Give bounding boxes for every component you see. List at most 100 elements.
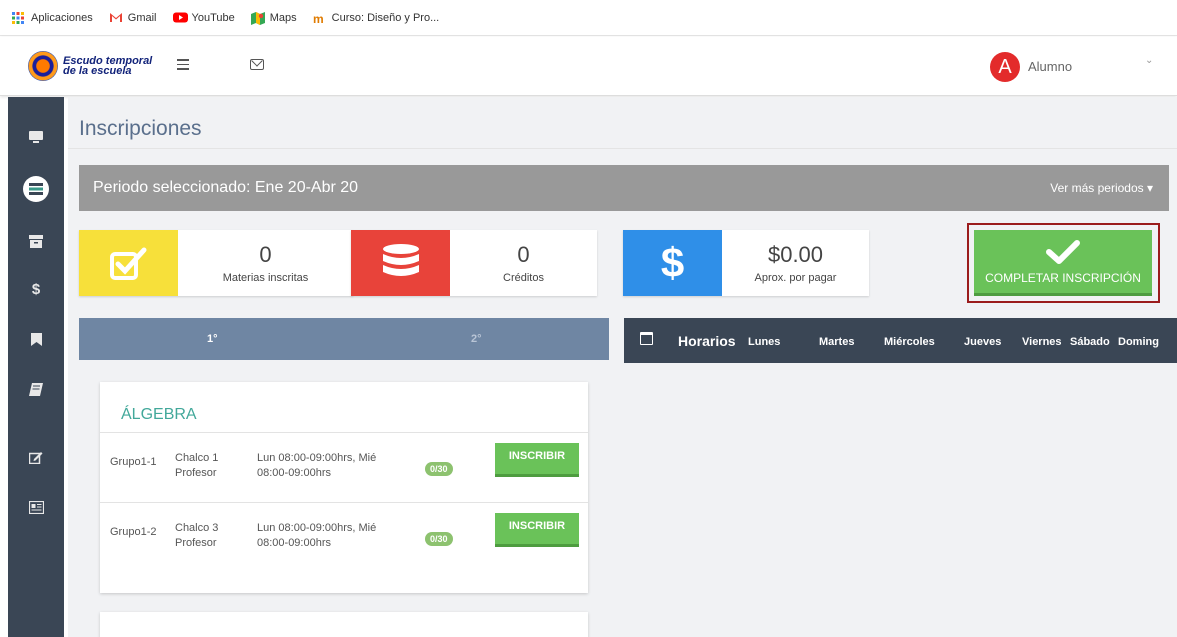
stat-value: 0 bbox=[517, 242, 530, 267]
sidebar: $ bbox=[8, 97, 64, 637]
bookmark-label: Aplicaciones bbox=[31, 11, 93, 24]
school-emblem-icon bbox=[28, 51, 58, 81]
more-periods-dropdown[interactable]: Ver más periodos ▾ bbox=[1050, 181, 1153, 195]
stat-label: Aprox. por pagar bbox=[754, 272, 837, 284]
group-id: Grupo1-1 bbox=[110, 456, 157, 468]
sidebar-item-enrollment[interactable] bbox=[8, 173, 64, 205]
gmail-icon bbox=[109, 12, 123, 24]
checkmark-icon bbox=[1046, 239, 1080, 264]
user-name[interactable]: Alumno bbox=[1028, 59, 1072, 74]
group-schedule: Lun 08:00-09:00hrs, Mié 08:00-09:00hrs bbox=[257, 522, 377, 549]
enroll-button[interactable]: INSCRIBIR bbox=[495, 513, 579, 547]
divider bbox=[68, 148, 1177, 149]
bookmark-apps[interactable]: Aplicaciones bbox=[12, 11, 93, 24]
edit-icon bbox=[29, 451, 43, 464]
group-id: Grupo1-2 bbox=[110, 526, 157, 538]
table-row: Grupo1-2 Chalco 3 Profesor Lun 08:00-09:… bbox=[100, 502, 588, 572]
stat-value: $0.00 bbox=[767, 242, 824, 267]
enroll-button[interactable]: INSCRIBIR bbox=[495, 443, 579, 477]
period-label: Periodo seleccionado: Ene 20-Abr 20 bbox=[93, 179, 359, 196]
table-row: Grupo1-1 Chalco 1 Profesor Lun 08:00-09:… bbox=[100, 432, 588, 502]
bookmark-label: YouTube bbox=[191, 11, 235, 24]
archive-icon bbox=[29, 234, 43, 248]
mail-icon[interactable] bbox=[250, 59, 264, 70]
bookmark-label: Maps bbox=[269, 11, 297, 24]
bookmark-icon bbox=[30, 332, 42, 346]
levels-tabs: 1° 2° bbox=[79, 318, 609, 360]
chevron-down-icon[interactable]: ⌄ bbox=[1145, 55, 1153, 66]
day-label: Viernes bbox=[1022, 336, 1062, 348]
bookmarks-bar: Aplicaciones Gmail YouTube Maps m Curso:… bbox=[0, 0, 1177, 36]
youtube-icon bbox=[172, 12, 188, 24]
stat-card-subjects: 0 Materias inscritas bbox=[79, 230, 353, 296]
sidebar-item-edit[interactable] bbox=[8, 441, 64, 473]
sidebar-item-book[interactable] bbox=[8, 373, 64, 405]
newspaper-icon bbox=[28, 500, 44, 514]
page-title: Inscripciones bbox=[79, 117, 202, 140]
period-bar: Periodo seleccionado: Ene 20-Abr 20 Ver … bbox=[79, 165, 1169, 211]
database-icon bbox=[351, 230, 450, 296]
group-place-teacher: Chalco 1 Profesor bbox=[175, 451, 245, 481]
school-name-line2: de la escuela bbox=[63, 65, 132, 77]
sidebar-item-archive[interactable] bbox=[8, 225, 64, 257]
stat-body: 0 Créditos bbox=[450, 230, 597, 296]
sidebar-item-news[interactable] bbox=[8, 491, 64, 523]
bookmark-course[interactable]: m Curso: Diseño y Pro... bbox=[313, 11, 440, 26]
day-label: Lunes bbox=[748, 336, 781, 348]
stat-label: Créditos bbox=[503, 272, 544, 284]
complete-enrollment-highlight: COMPLETAR INSCRIPCIÓN bbox=[967, 223, 1160, 303]
bookmark-maps[interactable]: Maps bbox=[250, 11, 297, 25]
capacity-badge: 0/30 bbox=[425, 462, 453, 476]
menu-toggle-icon[interactable] bbox=[177, 59, 189, 71]
group-place-teacher: Chalco 3 Profesor bbox=[175, 521, 245, 551]
day-label: Sábado bbox=[1070, 336, 1110, 348]
group-teacher: Profesor bbox=[175, 537, 217, 549]
group-schedule: Lun 08:00-09:00hrs, Mié 08:00-09:00hrs bbox=[257, 452, 377, 479]
bookmark-youtube[interactable]: YouTube bbox=[172, 11, 235, 24]
avatar[interactable]: A bbox=[990, 52, 1020, 82]
bookmark-gmail[interactable]: Gmail bbox=[109, 12, 157, 24]
course-card: ÁLGEBRA Grupo1-1 Chalco 1 Profesor Lun 0… bbox=[100, 382, 588, 593]
stat-body: $0.00 Aprox. por pagar bbox=[722, 230, 869, 296]
complete-enrollment-button[interactable]: COMPLETAR INSCRIPCIÓN bbox=[974, 230, 1152, 296]
stat-card-payment: $ $0.00 Aprox. por pagar bbox=[623, 230, 869, 296]
day-label: Martes bbox=[819, 336, 855, 348]
stat-value: 0 bbox=[259, 242, 272, 267]
apps-grid-icon bbox=[12, 11, 26, 24]
schedule-panel: Horarios Lunes Martes Miércoles Jueves V… bbox=[624, 318, 1177, 637]
group-teacher: Profesor bbox=[175, 467, 217, 479]
tab-level-2[interactable]: 2° bbox=[471, 333, 482, 345]
day-label: Doming bbox=[1118, 336, 1159, 348]
course-card bbox=[100, 612, 588, 637]
bookmark-label: Curso: Diseño y Pro... bbox=[331, 11, 440, 24]
day-label: Jueves bbox=[964, 336, 1002, 348]
sidebar-item-payments[interactable]: $ bbox=[8, 273, 64, 305]
tab-level-1[interactable]: 1° bbox=[207, 333, 218, 345]
levels-panel: 1° 2° ÁLGEBRA Grupo1-1 Chalco 1 Profesor… bbox=[79, 318, 609, 637]
bookmark-label: Gmail bbox=[127, 11, 157, 24]
sidebar-item-bookmarks[interactable] bbox=[8, 323, 64, 355]
schedule-header: Horarios Lunes Martes Miércoles Jueves V… bbox=[624, 318, 1177, 363]
school-name: Escudo temporal de la escuela bbox=[63, 56, 152, 77]
complete-enrollment-label: COMPLETAR INSCRIPCIÓN bbox=[985, 270, 1141, 285]
stat-label: Materias inscritas bbox=[222, 272, 309, 284]
dollar-icon: $ bbox=[31, 280, 41, 298]
stat-card-credits: 0 Créditos bbox=[351, 230, 597, 296]
checkbox-icon bbox=[79, 230, 178, 296]
course-name: ÁLGEBRA bbox=[121, 406, 197, 423]
dollar-icon: $ bbox=[623, 230, 722, 296]
school-logo[interactable]: Escudo temporal de la escuela bbox=[28, 51, 152, 81]
group-place: Chalco 3 bbox=[175, 522, 219, 534]
maps-icon bbox=[250, 11, 265, 25]
list-icon bbox=[23, 176, 49, 202]
calendar-icon bbox=[640, 332, 653, 345]
monitor-icon bbox=[29, 131, 43, 143]
capacity-badge: 0/30 bbox=[425, 532, 453, 546]
book-icon bbox=[29, 382, 43, 396]
schedule-title: Horarios bbox=[678, 333, 736, 349]
course-icon: m bbox=[313, 12, 327, 26]
top-header: Escudo temporal de la escuela A Alumno ⌄ bbox=[0, 37, 1177, 96]
stat-body: 0 Materias inscritas bbox=[178, 230, 353, 296]
sidebar-item-dashboard[interactable] bbox=[8, 121, 64, 153]
svg-text:m: m bbox=[313, 12, 324, 24]
